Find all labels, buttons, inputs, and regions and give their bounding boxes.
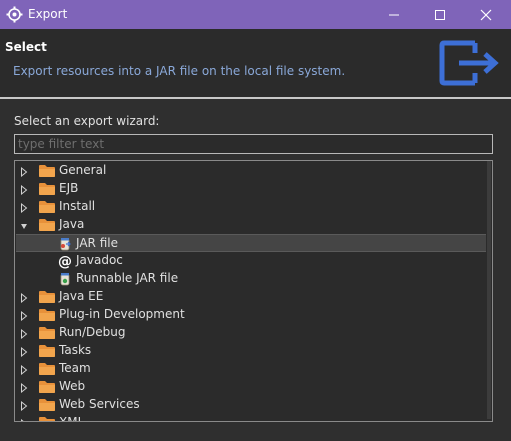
wizard-list-label: Select an export wizard:: [14, 114, 160, 128]
close-button[interactable]: [463, 0, 509, 29]
folder-icon: [38, 326, 56, 340]
folder-icon: [38, 398, 56, 412]
expand-arrow-collapsed-icon[interactable]: [19, 400, 29, 412]
tree-item-label: Runnable JAR file: [76, 271, 179, 285]
tree-item-run-debug[interactable]: Run/Debug: [16, 324, 486, 342]
expand-arrow-expanded-icon[interactable]: [19, 220, 29, 230]
tree-item-label: Web: [59, 379, 86, 393]
folder-icon: [38, 290, 56, 304]
expand-arrow-collapsed-icon[interactable]: [19, 184, 29, 196]
expand-arrow-collapsed-icon[interactable]: [19, 418, 29, 421]
wizard-content: Select an export wizard: General EJB Insta…: [0, 99, 511, 441]
export-wizard-icon: [439, 40, 499, 86]
tree-item-web[interactable]: Web: [16, 378, 486, 396]
title-bar: Export: [0, 0, 511, 29]
expand-arrow-collapsed-icon[interactable]: [19, 310, 29, 322]
folder-icon: [38, 218, 56, 232]
tree-item-team[interactable]: Team: [16, 360, 486, 378]
tree-item-install[interactable]: Install: [16, 198, 486, 216]
expand-arrow-collapsed-icon[interactable]: [19, 292, 29, 304]
folder-icon: [38, 344, 56, 358]
folder-icon: [38, 416, 56, 421]
tree-item-label: Java: [59, 217, 85, 231]
expand-arrow-collapsed-icon[interactable]: [19, 166, 29, 178]
tree-item-label: Web Services: [59, 397, 140, 411]
folder-icon: [38, 362, 56, 376]
wizard-tree[interactable]: General EJB Install Java JAR file @ Javadoc Run…: [14, 160, 493, 422]
tree-item-label: Run/Debug: [59, 325, 126, 339]
tree-item-jar-file[interactable]: JAR file: [16, 234, 486, 252]
minimize-icon: [389, 14, 399, 16]
expand-arrow-collapsed-icon[interactable]: [19, 382, 29, 394]
folder-icon: [38, 200, 56, 214]
javadoc-at-icon: @: [57, 253, 73, 270]
tree-item-label: XML: [59, 415, 85, 422]
eclipse-gear-icon: [6, 6, 23, 23]
tree-item-java-ee[interactable]: Java EE: [16, 288, 486, 306]
tree-item-label: Team: [59, 361, 91, 375]
folder-icon: [38, 182, 56, 196]
tree-item-label: Java EE: [59, 289, 104, 303]
folder-icon: [38, 380, 56, 394]
tree-item-label: Tasks: [59, 343, 92, 357]
filter-input[interactable]: [14, 134, 493, 154]
tree-scrollbar-thumb[interactable]: [487, 161, 491, 419]
tree-item-xml[interactable]: XML: [16, 414, 486, 422]
tree-item-ejb[interactable]: EJB: [16, 180, 486, 198]
folder-icon: [38, 308, 56, 322]
tree-scrollbar[interactable]: [486, 161, 492, 421]
tree-item-java[interactable]: Java: [16, 216, 486, 234]
tree-item-label: Install: [59, 199, 96, 213]
tree-item-web-services[interactable]: Web Services: [16, 396, 486, 414]
page-description: Export resources into a JAR file on the …: [13, 64, 346, 78]
jar-file-icon: [57, 236, 73, 252]
tree-item-label: EJB: [59, 181, 79, 195]
tree-item-tasks[interactable]: Tasks: [16, 342, 486, 360]
tree-item-label: JAR file: [76, 236, 118, 250]
expand-arrow-collapsed-icon[interactable]: [19, 202, 29, 214]
tree-item-runnable-jar-file[interactable]: Runnable JAR file: [16, 270, 486, 288]
tree-item-plug-in-development[interactable]: Plug-in Development: [16, 306, 486, 324]
expand-arrow-collapsed-icon[interactable]: [19, 364, 29, 376]
maximize-button[interactable]: [417, 0, 463, 29]
window-title: Export: [28, 7, 68, 21]
wizard-header: Select Export resources into a JAR file …: [0, 29, 511, 97]
tree-item-label: General: [59, 163, 107, 177]
expand-arrow-collapsed-icon[interactable]: [19, 346, 29, 358]
tree-item-label: Javadoc: [76, 253, 123, 267]
minimize-button[interactable]: [371, 0, 417, 29]
close-icon: [480, 9, 492, 21]
tree-item-general[interactable]: General: [16, 162, 486, 180]
tree-item-label: Plug-in Development: [59, 307, 185, 321]
tree-item-javadoc[interactable]: @ Javadoc: [16, 252, 486, 270]
svg-text:@: @: [58, 254, 72, 269]
page-title: Select: [5, 40, 47, 54]
runnable-jar-icon: [57, 271, 73, 287]
folder-icon: [38, 164, 56, 178]
maximize-icon: [435, 10, 445, 20]
expand-arrow-collapsed-icon[interactable]: [19, 328, 29, 340]
